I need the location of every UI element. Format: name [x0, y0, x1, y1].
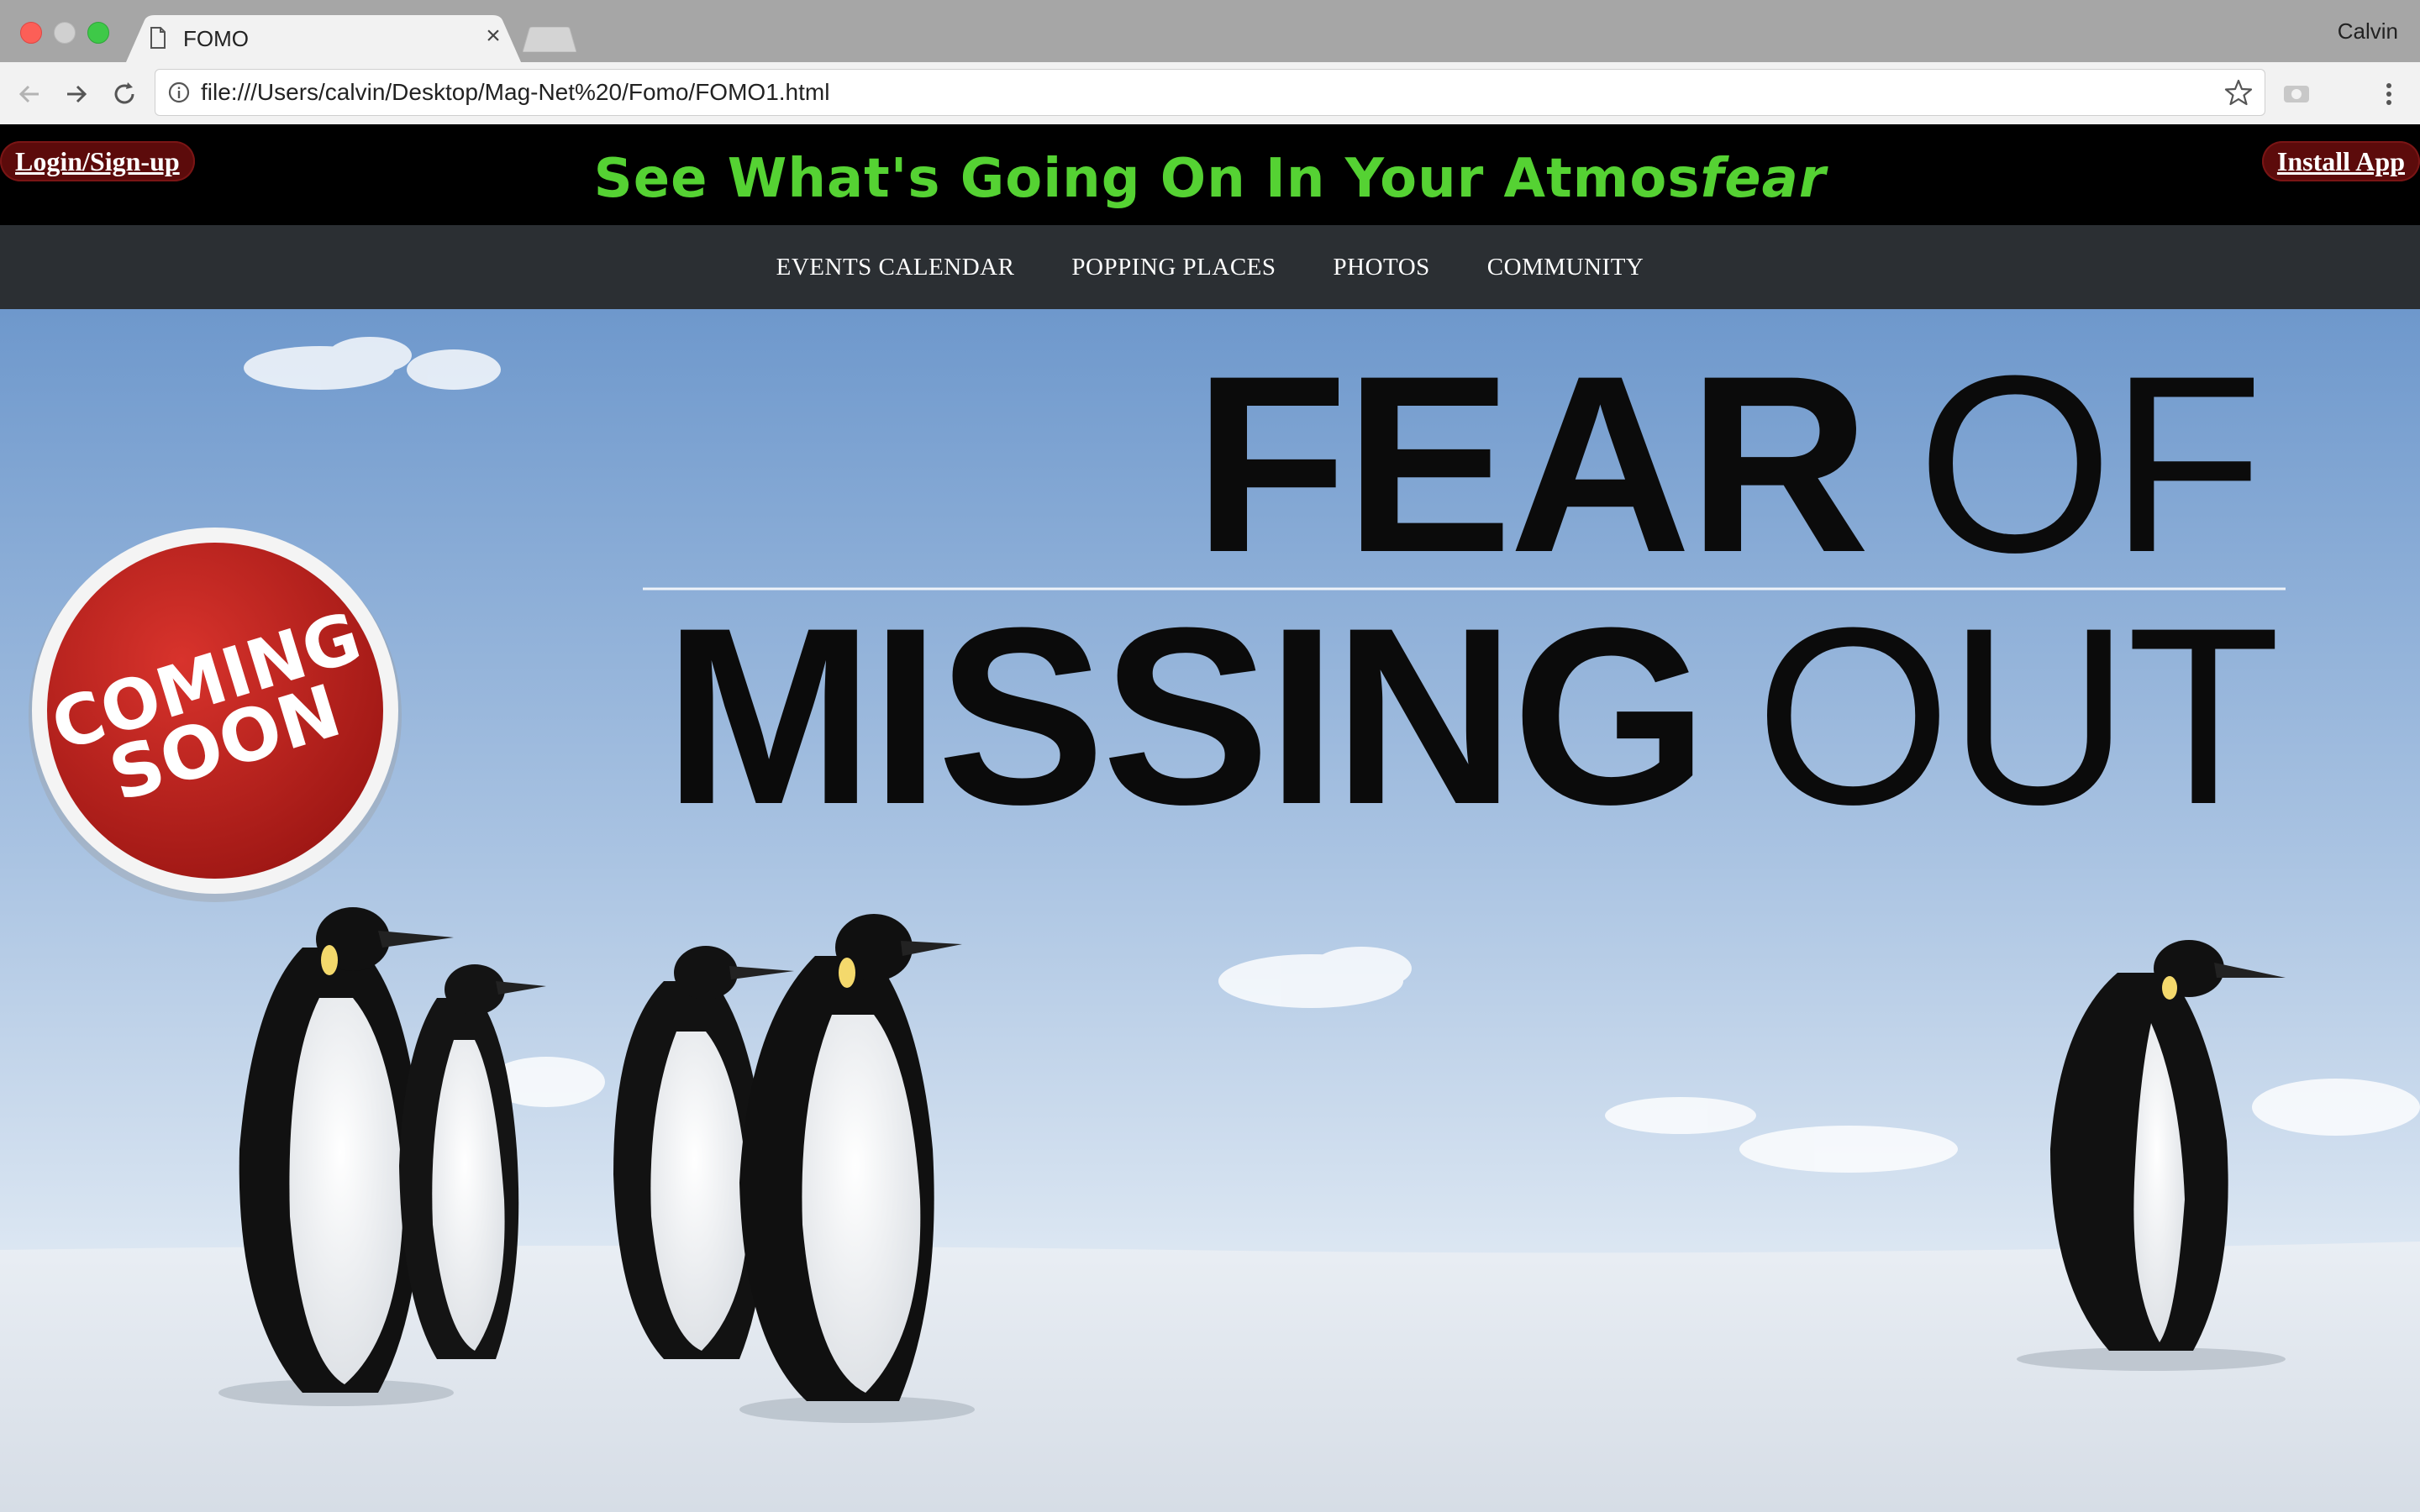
web-page: Login/Sign-up See What's Going On In You…: [0, 124, 2420, 1512]
site-header: Login/Sign-up See What's Going On In You…: [0, 124, 2420, 225]
site-tagline: See What's Going On In Your Atmosfear: [0, 148, 2420, 210]
nav-community[interactable]: COMMUNITY: [1487, 254, 1644, 281]
install-app-button[interactable]: Install App: [2261, 141, 2420, 181]
headline-of: OF: [1917, 323, 2260, 605]
forward-icon[interactable]: [59, 77, 92, 111]
document-icon: [150, 27, 166, 49]
nav-popping-places[interactable]: POPPING PLACES: [1071, 254, 1276, 281]
browser-toolbar: file:///Users/calvin/Desktop/Mag-Net%20/…: [0, 62, 2420, 125]
address-bar[interactable]: file:///Users/calvin/Desktop/Mag-Net%20/…: [155, 69, 2265, 116]
tagline-main: See What's Going On In Your Atmos: [593, 148, 1701, 210]
nav-events-calendar[interactable]: EVENTS CALENDAR: [776, 254, 1015, 281]
coming-soon-badge: COMING SOON: [29, 528, 402, 902]
bookmark-star-icon[interactable]: [2224, 78, 2253, 107]
menu-dots-icon[interactable]: [2378, 77, 2400, 111]
reload-icon[interactable]: [108, 77, 141, 111]
info-icon[interactable]: [167, 81, 191, 104]
tab-title: FOMO: [183, 26, 249, 51]
install-app-link[interactable]: Install App: [2262, 141, 2420, 181]
tagline-accent: fear: [1700, 148, 1827, 210]
extension-icon[interactable]: [2281, 77, 2312, 109]
nav-photos[interactable]: PHOTOS: [1334, 254, 1430, 281]
back-icon[interactable]: [13, 77, 47, 111]
profile-name[interactable]: Calvin: [2338, 18, 2398, 45]
tab-close-icon[interactable]: ×: [481, 24, 506, 49]
new-tab-button[interactable]: [523, 27, 576, 52]
url-text[interactable]: file:///Users/calvin/Desktop/Mag-Net%20/…: [201, 80, 829, 105]
headline-out: OUT: [1755, 575, 2277, 857]
window-close-button[interactable]: [20, 22, 42, 44]
browser-titlebar: FOMO × Calvin: [0, 0, 2420, 62]
headline-missing: MISSING: [664, 575, 1705, 857]
window-minimize-button[interactable]: [54, 22, 76, 44]
browser-tab[interactable]: FOMO ×: [126, 15, 521, 62]
window-maximize-button[interactable]: [87, 22, 109, 44]
svg-text:FEAROF: FEAR OF: [1194, 323, 2260, 605]
headline-fear: FEAR: [1194, 323, 1867, 605]
main-nav: EVENTS CALENDAR POPPING PLACES PHOTOS CO…: [0, 225, 2420, 309]
hero-banner: FEAR OF MISSING OUT COMING SOON: [0, 309, 2420, 1512]
svg-text:MISSINGOUT: MISSING OUT: [664, 575, 2277, 857]
